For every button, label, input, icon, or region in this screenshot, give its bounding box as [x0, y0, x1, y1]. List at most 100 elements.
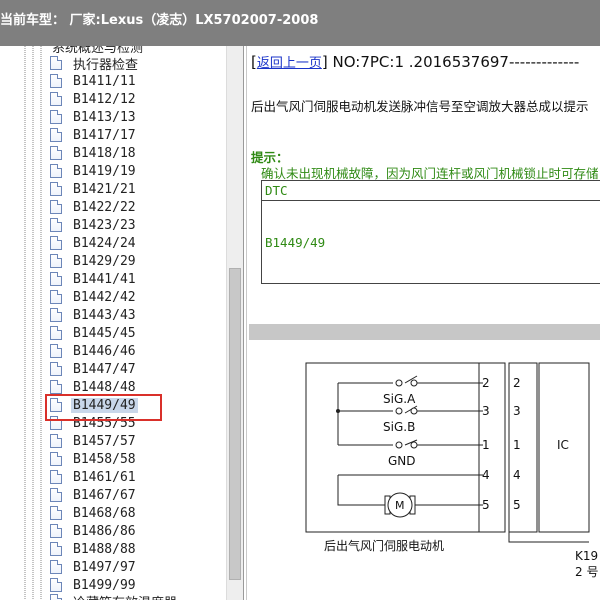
tree-item-label: B1443/43	[73, 307, 136, 323]
tree-item[interactable]: B1419/19	[50, 162, 138, 180]
dtc-header-label: DTC	[265, 183, 288, 198]
ic-label: IC	[557, 438, 569, 452]
switch-gnd-contact-2	[410, 441, 418, 449]
document-icon	[50, 92, 62, 106]
document-icon	[50, 272, 62, 286]
document-icon	[50, 56, 62, 70]
tree-item[interactable]: B1429/29	[50, 252, 138, 270]
tree-item-label: B1497/97	[73, 559, 136, 575]
document-icon	[50, 146, 62, 160]
tree-item-label: B1461/61	[73, 469, 136, 485]
tree-item[interactable]: B1461/61	[50, 468, 138, 486]
tree-item-label: B1448/48	[73, 379, 136, 395]
tree-item[interactable]: B1424/24	[50, 234, 138, 252]
bracket-close: ]	[321, 53, 328, 71]
tree-item[interactable]: B1418/18	[50, 144, 138, 162]
tree-item[interactable]: B1417/17	[50, 126, 138, 144]
content-panel: [返回上一页] NO:7PC:1 .2016537697------------…	[246, 46, 600, 600]
tree-item-label: B1423/23	[73, 217, 136, 233]
tree-item[interactable]: B1457/57	[50, 432, 138, 450]
pin-left-4: 4	[482, 468, 490, 482]
title-bar: 当前车型： 厂家:Lexus（凌志）LX5702007-2008	[0, 0, 600, 46]
tree-item-label: B1445/45	[73, 325, 136, 341]
tree-item-label: B1446/46	[73, 343, 136, 359]
tree-item-label: B1499/99	[73, 577, 136, 593]
tree-item-label: B1412/12	[73, 91, 136, 107]
signal-label-a: SiG.A	[383, 392, 416, 406]
tree-item-partial-bottom[interactable]: 冷藏箱有效温度器	[50, 592, 179, 600]
connector-sub: 2 号	[575, 565, 598, 579]
document-icon	[50, 326, 62, 340]
signal-label-gnd: GND	[388, 454, 416, 468]
tree-item-label: B1421/21	[73, 181, 136, 197]
pin-right-5: 5	[513, 498, 521, 512]
tree-item[interactable]: B1411/11	[50, 72, 138, 90]
tree-item[interactable]: B1443/43	[50, 306, 138, 324]
document-icon	[50, 560, 62, 574]
tree-item[interactable]: B1421/21	[50, 180, 138, 198]
signal-label-b: SiG.B	[383, 420, 415, 434]
tree-item[interactable]: 执行器检查	[50, 54, 140, 73]
tree-item[interactable]: B1488/88	[50, 540, 138, 558]
switch-a-contact-1	[395, 379, 403, 387]
tree-panel[interactable]: 系统概述与检测 执行器检查 B1411/11 B1412/12 B1413/13 B14…	[0, 46, 244, 600]
tree-item-label: B1468/68	[73, 505, 136, 521]
tree-item[interactable]: B1497/97	[50, 558, 138, 576]
tree-item-label: 执行器检查	[73, 57, 139, 73]
tree-item-label: B1457/57	[73, 433, 136, 449]
tree-item[interactable]: B1413/13	[50, 108, 138, 126]
tree-item[interactable]: B1447/47	[50, 360, 138, 378]
document-icon	[50, 200, 62, 214]
document-icon	[50, 470, 62, 484]
pin-left-2: 3	[482, 404, 490, 418]
scrollbar-thumb[interactable]	[229, 268, 241, 580]
pin-right-3: 1	[513, 438, 521, 452]
description-text: 后出气风门伺服电动机发送脉冲信号至空调放大器总成以提示	[251, 99, 589, 114]
tree-item-label: B1419/19	[73, 163, 136, 179]
tree-item[interactable]: B1486/86	[50, 522, 138, 540]
tree-item[interactable]: B1412/12	[50, 90, 138, 108]
tree-item[interactable]: B1458/58	[50, 450, 138, 468]
section-divider-band	[249, 324, 600, 340]
tree-item-label: B1486/86	[73, 523, 136, 539]
tree-item[interactable]: B1422/22	[50, 198, 138, 216]
doc-header: [返回上一页] NO:7PC:1 .2016537697------------…	[251, 52, 579, 71]
doc-number: NO:7PC:1 .2016537697-------------	[332, 53, 580, 71]
document-icon	[50, 344, 62, 358]
pin-right-4: 4	[513, 468, 521, 482]
gnd-wire	[338, 439, 483, 446]
tree-item-label: B1418/18	[73, 145, 136, 161]
dtc-code: B1449/49	[265, 235, 326, 250]
tree-item[interactable]: B1442/42	[50, 288, 138, 306]
tree-item[interactable]: B1445/45	[50, 324, 138, 342]
document-icon	[50, 218, 62, 232]
tree-item[interactable]: B1446/46	[50, 342, 138, 360]
document-icon	[50, 578, 62, 592]
document-icon	[50, 380, 62, 394]
document-icon	[50, 308, 62, 322]
pin-right-2: 3	[513, 404, 521, 418]
pin-left-5: 5	[482, 498, 490, 512]
tree-item-label: B1441/41	[73, 271, 136, 287]
junction-dot	[336, 409, 340, 413]
switch-a-contact-2	[410, 379, 418, 387]
pin-right-1: 2	[513, 376, 521, 390]
tree-item[interactable]: B1441/41	[50, 270, 138, 288]
tree-item[interactable]: B1423/23	[50, 216, 138, 234]
motor-caption: 后出气风门伺服电动机	[324, 538, 444, 553]
switch-b-contact-2	[410, 407, 418, 415]
tree-item-label: B1413/13	[73, 109, 136, 125]
tree-scrollbar[interactable]	[226, 46, 243, 600]
dtc-table-header: DTC	[262, 181, 600, 201]
pin-left-3: 1	[482, 438, 490, 452]
window-title: 当前车型： 厂家:Lexus（凌志）LX5702007-2008	[0, 13, 319, 28]
document-icon	[50, 254, 62, 268]
document-icon	[50, 524, 62, 538]
back-link[interactable]: 返回上一页	[257, 56, 322, 71]
sig-a-wire	[338, 375, 483, 384]
tree-item[interactable]: B1467/67	[50, 486, 138, 504]
switch-b-contact-1	[395, 407, 403, 415]
tree-item[interactable]: B1468/68	[50, 504, 138, 522]
document-icon	[50, 128, 62, 142]
tree-item-label: B1467/67	[73, 487, 136, 503]
